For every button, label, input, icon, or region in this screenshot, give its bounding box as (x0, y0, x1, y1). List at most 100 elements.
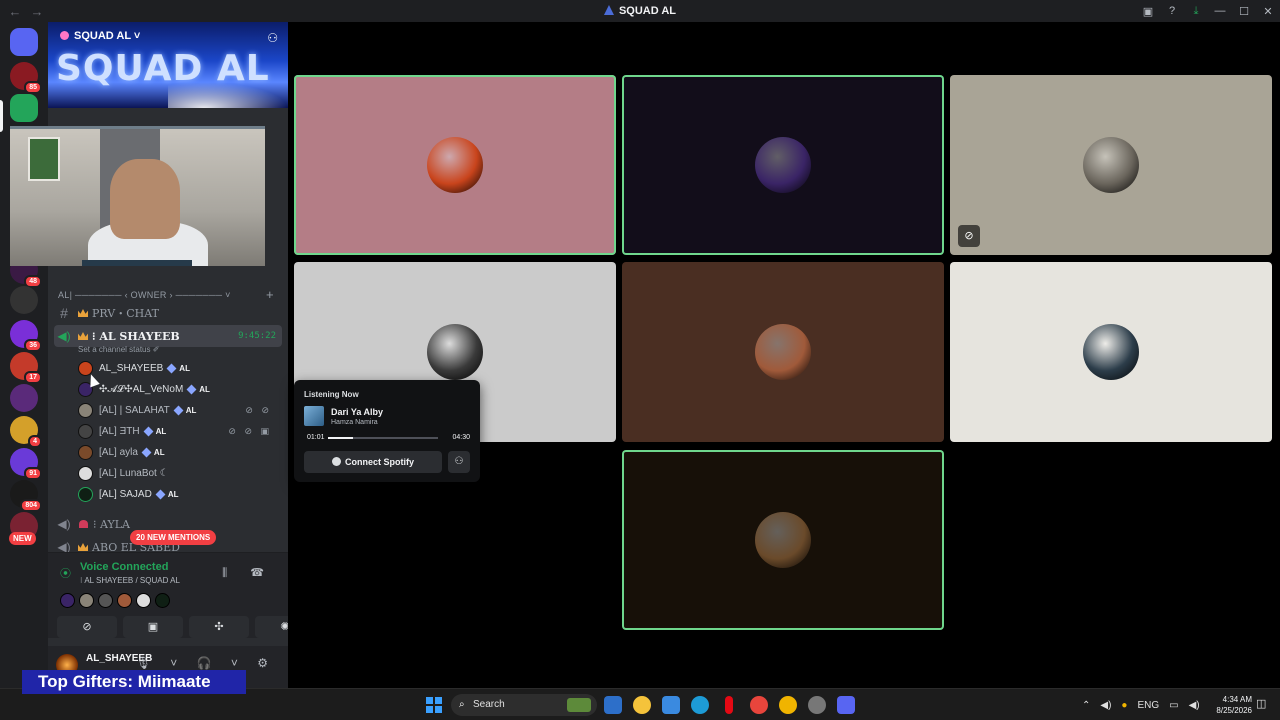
voice-member[interactable]: [AL] SAJAD AL (78, 484, 278, 504)
member-name: ✣𝓐𝓛✣AL_VeNoM (99, 383, 184, 395)
participant-tile[interactable] (622, 75, 944, 255)
voice-connected-label[interactable]: Voice Connected (80, 561, 168, 573)
voice-member[interactable]: AL_SHAYEEB AL (78, 358, 278, 378)
role-tag: AL (141, 447, 165, 457)
maximize-button[interactable]: ☐ (1232, 5, 1256, 18)
avatar (78, 465, 93, 481)
chrome-icon[interactable] (779, 696, 797, 714)
discord-home-icon[interactable] (10, 28, 38, 56)
participant-tile[interactable]: ⊘ (950, 75, 1272, 255)
gem-icon (173, 405, 184, 415)
server-icon[interactable]: 85 (10, 62, 42, 94)
connect-spotify-button[interactable]: Connect Spotify (304, 451, 442, 473)
task-view-icon[interactable] (604, 696, 622, 714)
inbox-icon[interactable]: ▣ (1136, 5, 1160, 18)
song-title[interactable]: Dari Ya Alby (331, 407, 383, 417)
server-icon[interactable]: 91 (10, 448, 42, 480)
chrome-icon[interactable] (750, 696, 768, 714)
soundboard-button[interactable]: ✺ (255, 616, 288, 638)
participant-tile[interactable] (622, 450, 944, 630)
download-icon[interactable]: ⤓ (1184, 5, 1208, 18)
avatar (60, 593, 75, 608)
voice-location[interactable]: ⁝ AL SHAYEEB / SQUAD AL (80, 576, 180, 585)
volume-icon[interactable]: ◀) (1100, 700, 1111, 711)
clock-time: 4:34 AM (1222, 695, 1252, 704)
heart-icon (79, 520, 88, 528)
close-button[interactable]: ✕ (1256, 5, 1280, 18)
store-icon[interactable] (662, 696, 680, 714)
avatar (78, 402, 93, 418)
server-icon[interactable]: 17 (10, 352, 42, 384)
server-icon[interactable]: 4 (10, 416, 42, 448)
member-name: AL_SHAYEEB (99, 362, 164, 374)
windows-start-icon[interactable] (426, 697, 442, 713)
add-friend-icon[interactable]: ⚇ (448, 451, 470, 473)
microphone-icon[interactable]: ● (1121, 700, 1127, 711)
voice-member[interactable]: [AL] LunaBot ☾ (78, 463, 278, 483)
server-banner[interactable]: SQUAD AL ˅ SQUAD AL ⚇ (48, 22, 288, 108)
screen-share-button[interactable]: ▣ (123, 616, 183, 638)
participant-avatar (1083, 324, 1139, 380)
discord-icon[interactable] (837, 696, 855, 714)
unread-badge: 17 (24, 371, 42, 384)
language-indicator[interactable]: ENG (1137, 700, 1159, 711)
signal-icon[interactable]: ⦿ (60, 565, 71, 581)
unread-badge: 85 (24, 81, 42, 94)
folder-icon[interactable] (10, 94, 38, 122)
notification-icon[interactable]: ◫ (1256, 697, 1266, 710)
banner-logo-text: SQUAD AL (56, 48, 270, 89)
chevron-up-icon[interactable]: ⌃ (1082, 700, 1090, 711)
help-icon[interactable]: ? (1160, 5, 1184, 17)
role-tag: AL (186, 384, 210, 394)
minimize-button[interactable]: — (1208, 5, 1232, 17)
search-icon: ⌕ (459, 699, 465, 710)
member-name: [AL] ƎTH (99, 425, 140, 437)
server-name[interactable]: SQUAD AL ˅ (60, 30, 140, 42)
participant-avatar (755, 324, 811, 380)
activities-button[interactable]: ✣ (189, 616, 249, 638)
channel-prv-chat[interactable]: # PRV・CHAT (54, 302, 282, 324)
camera-off-button[interactable]: ⊘ (57, 616, 117, 638)
app-icon[interactable] (633, 696, 651, 714)
track-duration: 04:30 (452, 434, 470, 441)
member-name: [AL] LunaBot ☾ (99, 467, 169, 479)
server-icon[interactable] (10, 286, 38, 314)
mic-headset-settings-icons[interactable]: 🎙 ˅ 🎧 ˅ ⚙ (136, 656, 276, 670)
gem-icon (186, 384, 197, 394)
role-tag-text: AL (153, 447, 165, 457)
netflix-icon[interactable] (725, 696, 733, 714)
server-rail: 85 48 36 17 4 91 804 NEW (0, 22, 48, 688)
invite-people-icon[interactable]: ⚇ (267, 31, 278, 45)
edge-icon[interactable] (691, 696, 709, 714)
new-mentions-badge[interactable]: 20 NEW MENTIONS (130, 530, 217, 545)
taskbar-search[interactable]: ⌕ Search (451, 694, 597, 716)
server-icon[interactable]: 804 (10, 480, 42, 512)
channel-status[interactable]: Set a channel status ✐ (78, 345, 159, 354)
server-icon (603, 5, 614, 15)
add-channel-icon[interactable]: + (266, 287, 274, 302)
voice-channel-al-shayeeb[interactable]: ◀) ⁝ AL SHAYEEB 9:45:22 (54, 325, 282, 347)
category-owner[interactable]: AL| ─────── ‹ OWNER › ─────── ˅ + (58, 287, 274, 302)
server-icon[interactable] (10, 384, 38, 412)
participant-tile[interactable] (950, 262, 1272, 442)
connect-spotify-label: Connect Spotify (345, 457, 414, 467)
noise-disconnect-icons[interactable]: ⫼ ☎ (222, 566, 274, 580)
muted-deafened-icon: ⊘ ⊘ ▣ (228, 425, 272, 436)
elapsed-time: 01:01 (307, 434, 325, 441)
song-artist[interactable]: Hamza Namira (331, 419, 378, 426)
app-icon[interactable] (808, 696, 826, 714)
participant-tile[interactable] (622, 262, 944, 442)
clock[interactable]: 4:34 AM 8/25/2026 (1208, 694, 1252, 716)
participant-avatar (1083, 137, 1139, 193)
avatar (98, 593, 113, 608)
voice-member[interactable]: ✣𝓐𝓛✣AL_VeNoM AL (78, 379, 278, 399)
voice-member[interactable]: [AL] ayla AL (78, 442, 278, 462)
voice-member[interactable]: [AL] | SALAHAT AL ⊘ ⊘ (78, 400, 278, 420)
server-icon[interactable]: 36 (10, 320, 42, 352)
participant-tile[interactable] (294, 75, 616, 255)
voice-member[interactable]: [AL] ƎTH AL ⊘ ⊘ ▣ (78, 421, 278, 441)
speaker-icon[interactable]: ◀) (1189, 700, 1200, 711)
system-tray: ⌃ ◀) ● ENG ▭ ◀) (1082, 689, 1210, 720)
network-icon[interactable]: ▭ (1169, 700, 1178, 711)
speaker-icon: ◀) (57, 517, 71, 531)
